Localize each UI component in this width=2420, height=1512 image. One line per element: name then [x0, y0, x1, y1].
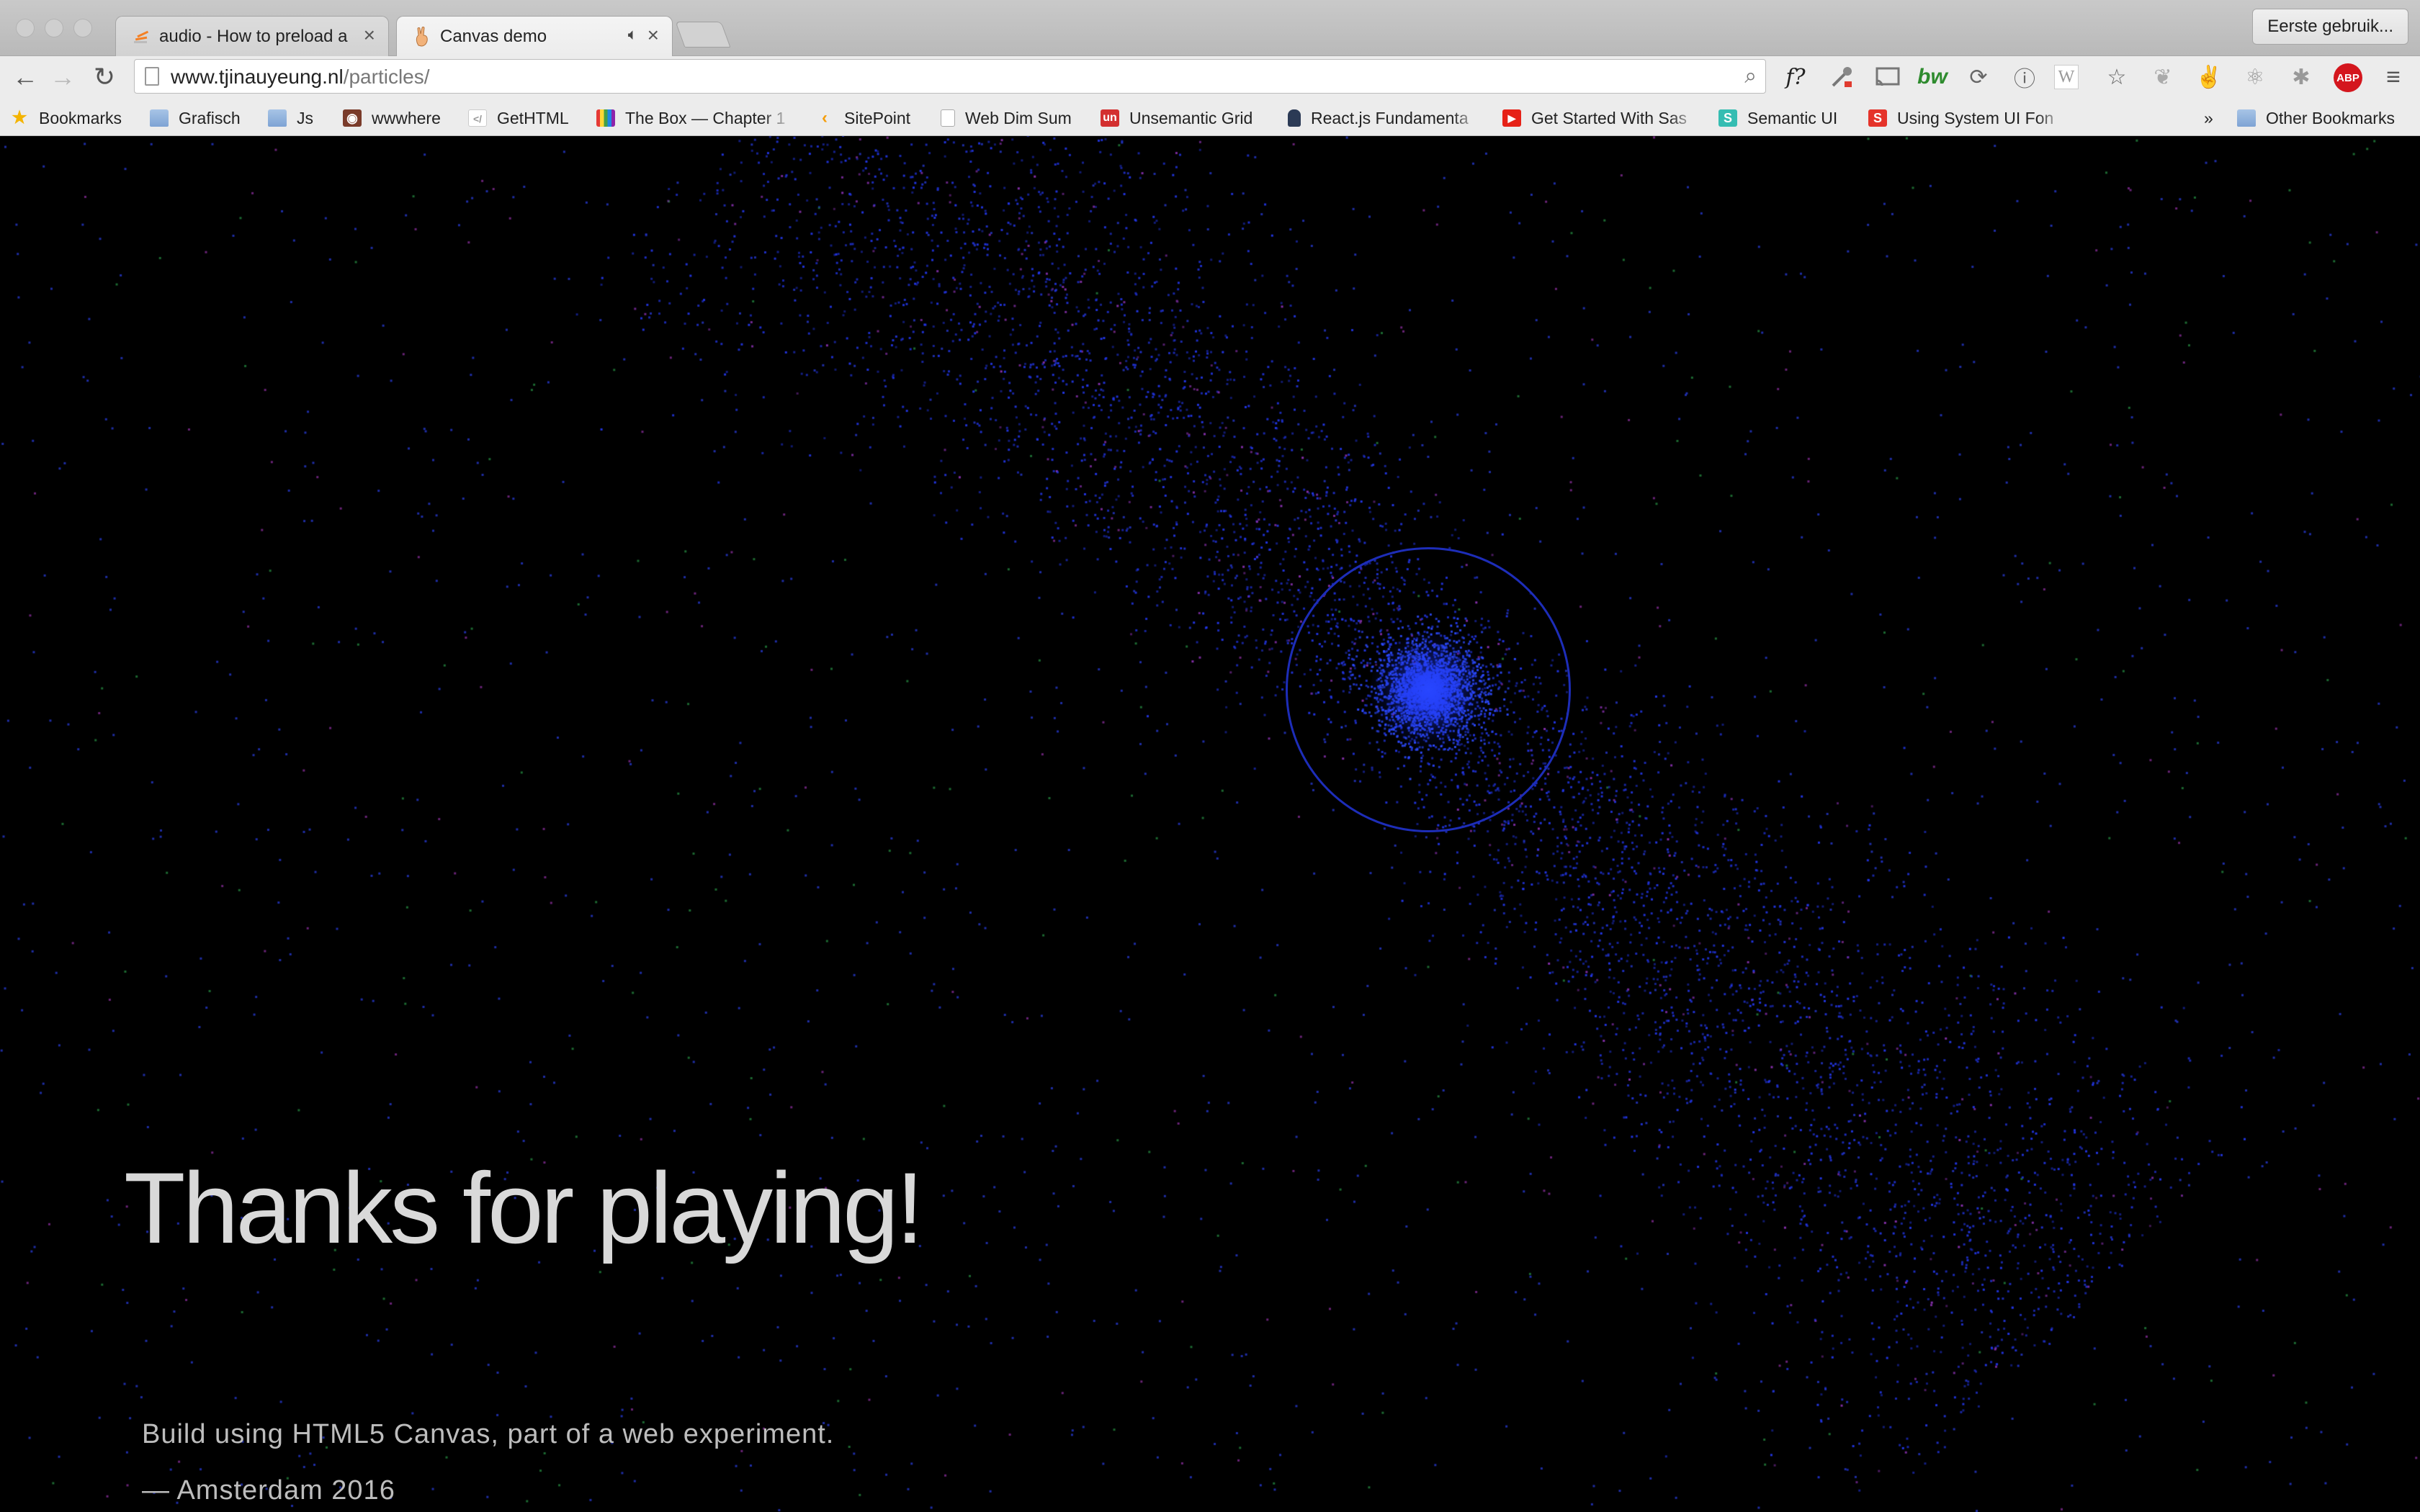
tab-label: Canvas demo: [440, 26, 547, 46]
particles-page[interactable]: Thanks for playing! Build using HTML5 Ca…: [0, 136, 2420, 1512]
forward-icon[interactable]: →: [48, 62, 78, 92]
speaker-icon[interactable]: 🔈︎: [628, 25, 637, 44]
color-picker-icon[interactable]: [1825, 60, 1858, 94]
folder-icon: [150, 109, 169, 127]
feather-icon[interactable]: ❦: [2146, 60, 2179, 94]
bookmark-label: Grafisch: [179, 108, 241, 127]
browser-chrome: audio - How to preload a so × Canvas dem…: [0, 0, 2420, 136]
bookmark-gethtml[interactable]: </ GetHTML: [468, 107, 578, 130]
bookmark-unsemantic-grid[interactable]: un Unsemantic Grid: [1101, 107, 1270, 130]
stackoverflow-icon: [134, 30, 149, 43]
bookmark-label: wwwhere: [372, 108, 441, 127]
bookmark-folder-js[interactable]: Js: [268, 107, 333, 130]
react-icon[interactable]: ⚛: [2238, 60, 2272, 94]
maximize-window-button[interactable]: [73, 19, 92, 37]
bookmark-label: React.js Fundamenta: [1311, 108, 1469, 127]
folder-icon: [268, 109, 287, 127]
zoom-icon[interactable]: ⌕: [1744, 64, 1757, 89]
page-title: Thanks for playing!: [124, 1151, 924, 1264]
tab-audio-preload[interactable]: audio - How to preload a so ×: [115, 16, 389, 56]
url-path: /particles/: [343, 66, 430, 88]
bookmark-label: Js: [297, 108, 313, 127]
bug-icon[interactable]: ✱: [2285, 60, 2318, 94]
bookmarks-bar: ★ Bookmarks Grafisch Js ◉ wwwhere </ Get…: [0, 98, 2420, 136]
peace-hand-icon[interactable]: ✌: [2192, 60, 2226, 94]
tab-strip: audio - How to preload a so × Canvas dem…: [0, 0, 2420, 56]
tab-canvas-demo[interactable]: Canvas demo 🔈︎ ×: [396, 16, 673, 56]
bookmark-label: Using System UI Fon: [1897, 108, 2054, 127]
new-tab-button[interactable]: [675, 22, 731, 48]
whatfont-icon[interactable]: f?: [1779, 60, 1812, 94]
bookmark-label: GetHTML: [497, 108, 569, 127]
close-tab-icon[interactable]: ×: [647, 24, 659, 47]
bookmark-the-box[interactable]: The Box — Chapter 1: [596, 107, 792, 130]
bookmark-label: Get Started With Sas: [1531, 108, 1688, 127]
toolbar: ← → ↻ www.tjinauyeung.nl/particles/ ⌕ f?…: [0, 56, 2420, 98]
bookmark-label: SitePoint: [844, 108, 911, 127]
page-icon: [941, 109, 955, 127]
url-text[interactable]: www.tjinauyeung.nl/particles/: [171, 66, 430, 89]
star-icon[interactable]: ☆: [2100, 60, 2133, 94]
bookmark-get-started-with-sass[interactable]: ▶ Get Started With Sas: [1502, 107, 1698, 130]
menu-icon[interactable]: ≡: [2377, 60, 2410, 94]
address-bar[interactable]: www.tjinauyeung.nl/particles/ ⌕: [134, 59, 1766, 94]
back-icon[interactable]: ←: [10, 62, 40, 92]
youtube-icon: ▶: [1502, 109, 1521, 127]
page-signoff: — Amsterdam 2016: [142, 1475, 395, 1506]
bookmark-label: Web Dim Sum: [965, 108, 1072, 127]
smashing-icon: S: [1868, 109, 1887, 127]
bookmark-folder-grafisch[interactable]: Grafisch: [150, 107, 258, 130]
bookmark-bookmarks[interactable]: ★ Bookmarks: [10, 107, 133, 130]
wikipedia-icon[interactable]: W: [2054, 65, 2079, 89]
profile-button[interactable]: Eerste gebruik...: [2252, 9, 2408, 45]
bookmark-label: The Box — Chapter 1: [625, 108, 786, 127]
bookmark-label: Unsemantic Grid: [1129, 108, 1253, 127]
bookmark-label: Other Bookmarks: [2266, 108, 2395, 127]
folder-icon: [2237, 109, 2256, 127]
jar-icon: [1288, 109, 1301, 127]
bookmark-web-dim-sum[interactable]: Web Dim Sum: [941, 107, 1079, 130]
close-window-button[interactable]: [16, 19, 35, 37]
page-subtitle: Build using HTML5 Canvas, part of a web …: [142, 1419, 835, 1449]
info-icon[interactable]: ⓘ: [2008, 60, 2041, 94]
cast-icon[interactable]: [1871, 60, 1904, 94]
bw-icon[interactable]: bw: [1916, 60, 1949, 94]
bookmark-semantic-ui[interactable]: S Semantic UI: [1718, 107, 1848, 130]
bookmark-wwwhere[interactable]: ◉ wwwhere: [343, 107, 458, 130]
sync-icon[interactable]: ⟳: [1962, 60, 1995, 94]
reload-icon[interactable]: ↻: [89, 62, 120, 92]
bookmark-using-system-ui-fonts[interactable]: S Using System UI Fon: [1868, 107, 2066, 130]
cursor-ring: [1286, 547, 1571, 832]
semantic-ui-icon: S: [1718, 109, 1737, 127]
tab-label: audio - How to preload a so: [159, 26, 348, 46]
star-icon: ★: [12, 108, 27, 127]
minimize-window-button[interactable]: [45, 19, 63, 37]
bookmark-label: Semantic UI: [1747, 108, 1838, 127]
unsemantic-icon: un: [1101, 109, 1119, 127]
adblock-icon[interactable]: ABP: [2334, 63, 2362, 92]
bookmark-other-bookmarks[interactable]: Other Bookmarks: [2237, 107, 2410, 130]
bookmark-sitepoint[interactable]: ‹ SitePoint: [815, 107, 920, 130]
bookmark-label: Bookmarks: [39, 108, 122, 127]
close-tab-icon[interactable]: ×: [364, 24, 375, 47]
owl-icon: ◉: [343, 109, 362, 127]
bookmark-reactjs-fundamentals[interactable]: React.js Fundamenta: [1288, 107, 1481, 130]
code-icon: </: [468, 109, 487, 127]
page-icon: [145, 67, 159, 86]
sitepoint-icon: ‹: [822, 108, 828, 127]
peace-hand-icon: [416, 27, 428, 47]
url-host: www.tjinauyeung.nl: [171, 66, 344, 88]
rainbow-icon: [596, 109, 615, 127]
bookmarks-overflow-button[interactable]: »: [2204, 107, 2226, 130]
particle-canvas[interactable]: [0, 136, 2420, 1512]
